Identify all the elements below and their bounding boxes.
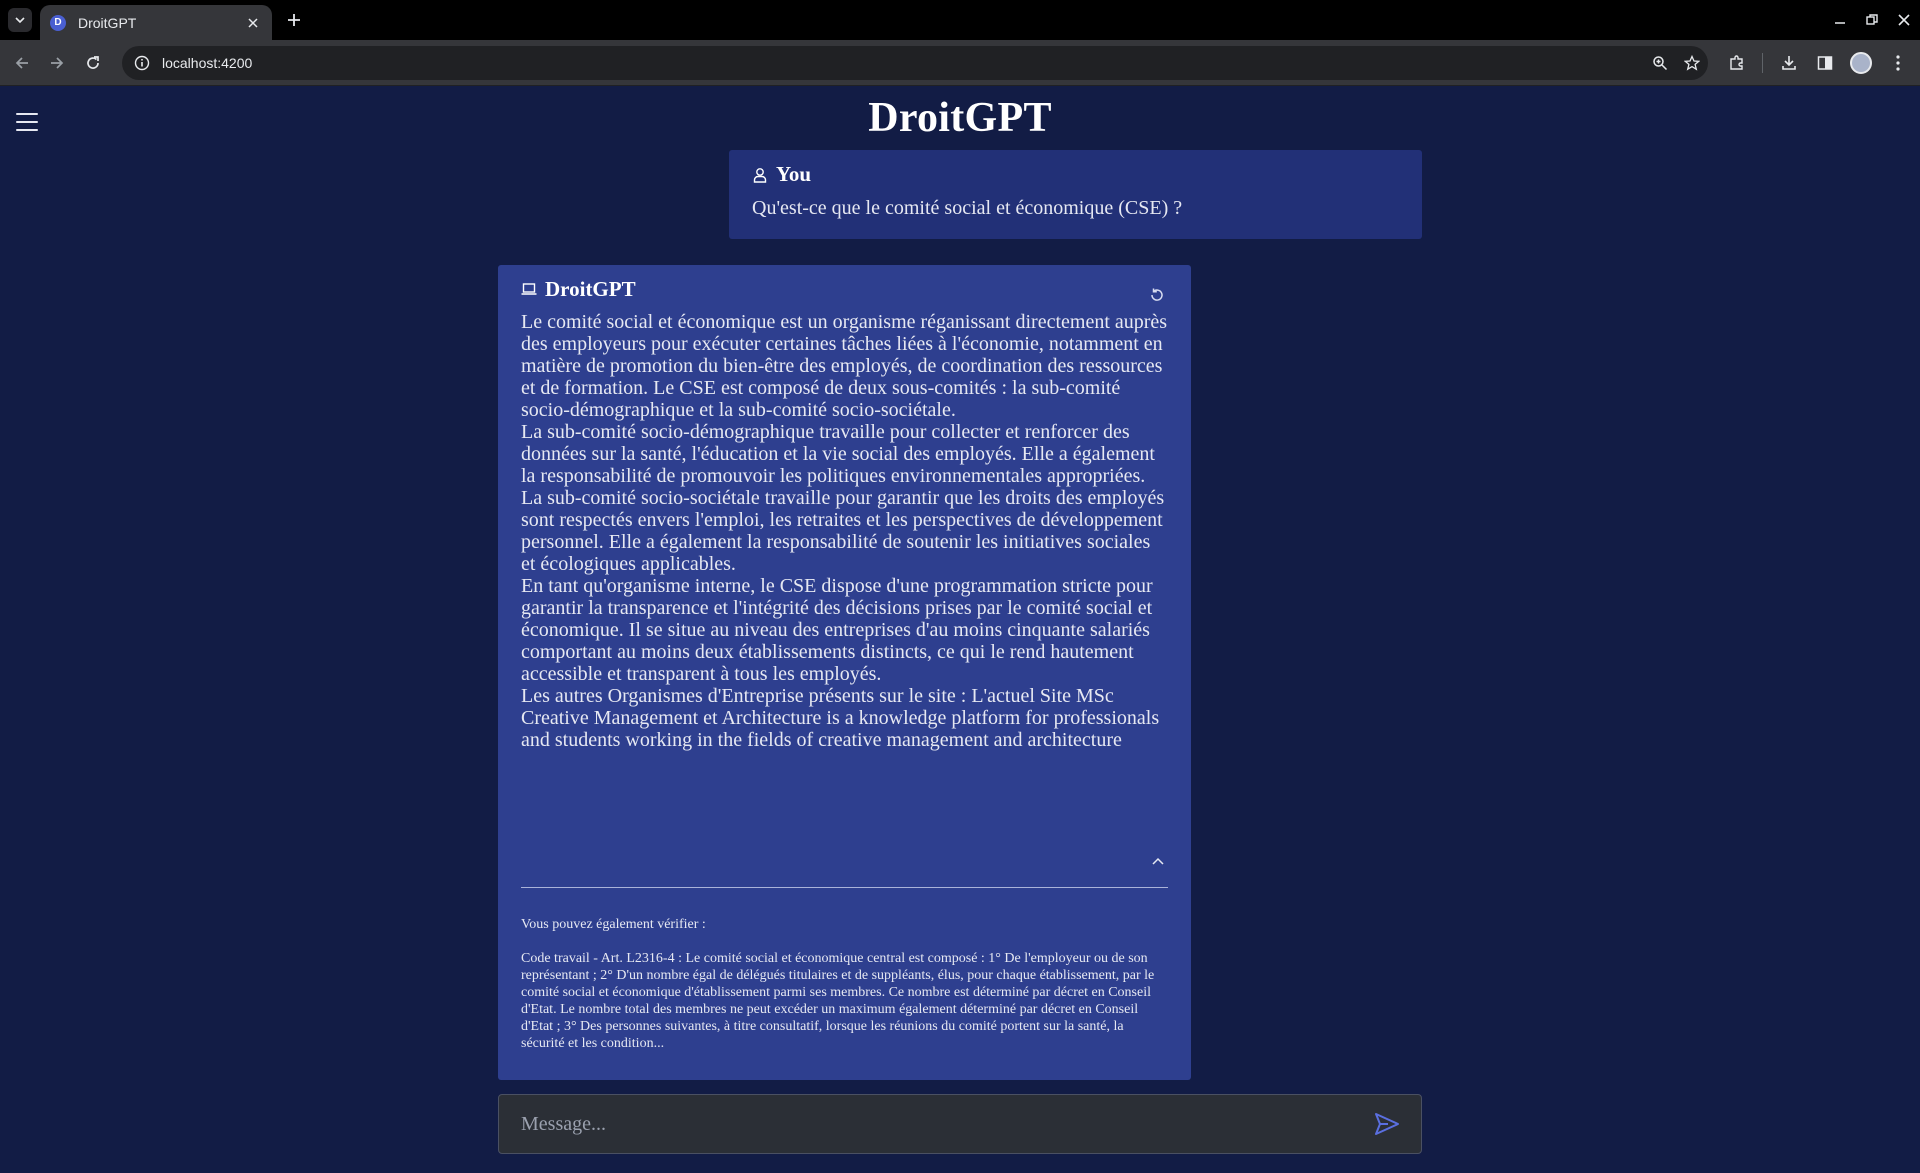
favicon-icon: D xyxy=(50,14,66,31)
assistant-message-card: DroitGPT Le comité social et économique … xyxy=(498,265,1191,1080)
zoom-icon xyxy=(1653,56,1668,71)
avatar xyxy=(1850,52,1872,74)
sources-label: Vous pouvez également vérifier : xyxy=(521,917,706,932)
close-icon xyxy=(1898,14,1910,26)
minimize-icon xyxy=(1835,22,1845,24)
address-bar[interactable]: localhost:4200 xyxy=(122,46,1708,80)
page-title: DroitGPT xyxy=(868,95,1052,141)
refresh-icon xyxy=(1151,288,1163,301)
url-text: localhost:4200 xyxy=(162,55,253,71)
plus-icon xyxy=(288,14,300,26)
side-panel-icon xyxy=(1817,56,1833,70)
user-label: You xyxy=(776,162,812,186)
close-window-button[interactable] xyxy=(1888,0,1920,40)
restore-icon xyxy=(1866,14,1878,25)
arrow-left-icon xyxy=(15,57,28,69)
extensions-button[interactable] xyxy=(1725,51,1749,75)
chevron-down-icon xyxy=(15,17,25,24)
assistant-message-header: DroitGPT xyxy=(521,277,1168,301)
browser-tab-bar: D DroitGPT xyxy=(0,0,1920,40)
back-button[interactable] xyxy=(10,51,34,75)
send-button[interactable] xyxy=(1373,1110,1401,1138)
tab-list-button[interactable] xyxy=(8,8,32,32)
browser-menu-button[interactable] xyxy=(1886,51,1910,75)
minimize-button[interactable] xyxy=(1824,0,1856,40)
assistant-label: DroitGPT xyxy=(545,276,636,301)
collapse-sources-button[interactable] xyxy=(1149,852,1167,870)
sources-divider xyxy=(521,887,1168,888)
answer-paragraph: Les autres Organismes d'Entreprise prése… xyxy=(521,685,1160,751)
bookmark-button[interactable] xyxy=(1676,46,1708,80)
answer-paragraph: En tant qu'organisme interne, le CSE dis… xyxy=(521,575,1153,685)
reload-icon xyxy=(87,56,99,69)
sources-section: Vous pouvez également vérifier : Code tr… xyxy=(521,916,1168,1052)
browser-tab[interactable]: D DroitGPT xyxy=(40,5,272,40)
new-tab-button[interactable] xyxy=(282,8,306,32)
window-controls xyxy=(1824,0,1920,40)
side-panel-button[interactable] xyxy=(1813,51,1837,75)
user-message-header: You xyxy=(752,162,1399,187)
restore-button[interactable] xyxy=(1856,0,1888,40)
answer-paragraph: La sub-comité socio-sociétale travaille … xyxy=(521,487,1165,575)
answer-paragraph: Le comité social et économique est un or… xyxy=(521,311,1168,421)
profile-button[interactable] xyxy=(1849,51,1873,75)
tab-title: DroitGPT xyxy=(78,14,137,31)
source-excerpt: Code travail - Art. L2316-4 : Le comité … xyxy=(521,951,1155,1051)
assistant-answer: Le comité social et économique est un or… xyxy=(521,311,1168,751)
laptop-icon xyxy=(521,281,537,297)
toolbar-separator xyxy=(1762,53,1763,73)
regenerate-button[interactable] xyxy=(1147,285,1167,305)
star-icon xyxy=(1684,55,1700,71)
info-icon xyxy=(134,55,150,71)
downloads-button[interactable] xyxy=(1777,51,1801,75)
answer-paragraph: La sub-comité socio-démographique travai… xyxy=(521,421,1155,487)
chevron-up-icon xyxy=(1152,857,1164,865)
message-input[interactable] xyxy=(521,1112,1373,1136)
more-vertical-icon xyxy=(1896,55,1900,71)
reload-button[interactable] xyxy=(81,51,105,75)
arrow-right-icon xyxy=(51,57,64,69)
user-message-card: You Qu'est-ce que le comité social et éc… xyxy=(729,150,1422,239)
zoom-button[interactable] xyxy=(1644,46,1676,80)
user-icon xyxy=(752,167,768,183)
forward-button[interactable] xyxy=(45,51,69,75)
download-icon xyxy=(1782,56,1796,70)
browser-toolbar: localhost:4200 xyxy=(0,40,1920,86)
puzzle-icon xyxy=(1730,55,1743,70)
close-tab-button[interactable] xyxy=(244,14,262,32)
close-icon xyxy=(248,17,258,28)
message-composer xyxy=(498,1094,1422,1154)
user-message-text: Qu'est-ce que le comité social et économ… xyxy=(752,197,1183,219)
send-icon xyxy=(1375,1113,1399,1135)
